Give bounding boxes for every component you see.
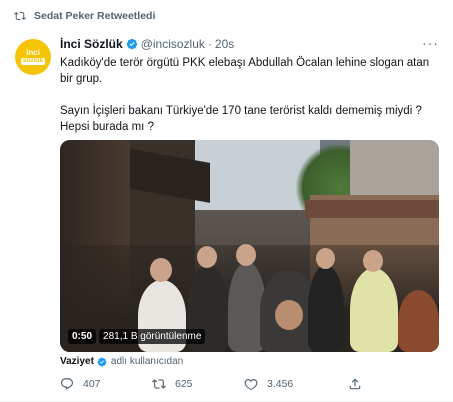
share-icon (349, 378, 361, 390)
avatar-logo-bottom: sözlük (20, 57, 46, 65)
reply-icon (61, 378, 73, 390)
retweet-icon (14, 11, 26, 21)
tweet-text: Kadıköy'de terör örgütü PKK elebaşı Abdu… (60, 55, 440, 135)
retweet-count: 625 (175, 378, 193, 390)
tweet-paragraph-2: Sayın İçişleri bakanı Türkiye'de 170 tan… (60, 105, 422, 133)
video-frame-person (350, 268, 398, 352)
avatar-logo-top: inci (26, 48, 40, 58)
tweet[interactable]: Sedat Peker Retweetledi inci sözlük İnci… (0, 0, 453, 402)
video-view-count: 281,1 B görüntülenme (99, 329, 206, 344)
avatar[interactable]: inci sözlük (15, 39, 51, 75)
retweet-indicator[interactable]: Sedat Peker Retweetledi (14, 10, 155, 22)
reply-button[interactable]: 407 (60, 377, 152, 391)
more-icon[interactable]: ··· (422, 36, 439, 50)
video-duration: 0:50 (68, 329, 97, 344)
video-frame-person (308, 265, 344, 352)
video-frame-head (197, 246, 217, 268)
video-frame-head (150, 258, 172, 282)
video-frame-roof (305, 200, 439, 218)
tweet-paragraph-1: Kadıköy'de terör örgütü PKK elebaşı Abdu… (60, 57, 430, 85)
tweet-timestamp[interactable]: 20s (215, 37, 234, 51)
reply-count: 407 (83, 378, 101, 390)
video-frame-head (363, 250, 383, 272)
tweet-header: İnci Sözlük @incisozluk · 20s (60, 37, 439, 51)
video-frame-head (316, 248, 335, 269)
separator-dot: · (207, 37, 212, 51)
video-frame-head (236, 244, 256, 266)
like-count: 3.456 (267, 378, 294, 390)
verified-icon (97, 357, 107, 366)
author-name[interactable]: İnci Sözlük (60, 37, 123, 51)
like-icon (244, 379, 258, 391)
media-attribution[interactable]: Vaziyet adlı kullanıcıdan (60, 356, 183, 367)
author-handle[interactable]: @incisozluk (141, 37, 205, 51)
video-frame-person (398, 290, 439, 352)
video-player[interactable]: 0:50 281,1 B görüntülenme (60, 140, 439, 352)
video-frame-head (275, 300, 303, 330)
attribution-source[interactable]: Vaziyet (60, 356, 94, 367)
share-button[interactable] (348, 377, 371, 391)
retweet-icon (152, 379, 166, 389)
retweet-button[interactable]: 625 (152, 377, 244, 391)
video-frame-building (350, 140, 439, 200)
verified-icon (126, 38, 137, 50)
video-badges: 0:50 281,1 B görüntülenme (68, 329, 208, 344)
like-button[interactable]: 3.456 (244, 377, 348, 391)
action-bar: 407 625 3.456 (60, 377, 380, 391)
retweet-label: Sedat Peker Retweetledi (34, 10, 156, 22)
attribution-suffix: adlı kullanıcıdan (110, 356, 184, 367)
